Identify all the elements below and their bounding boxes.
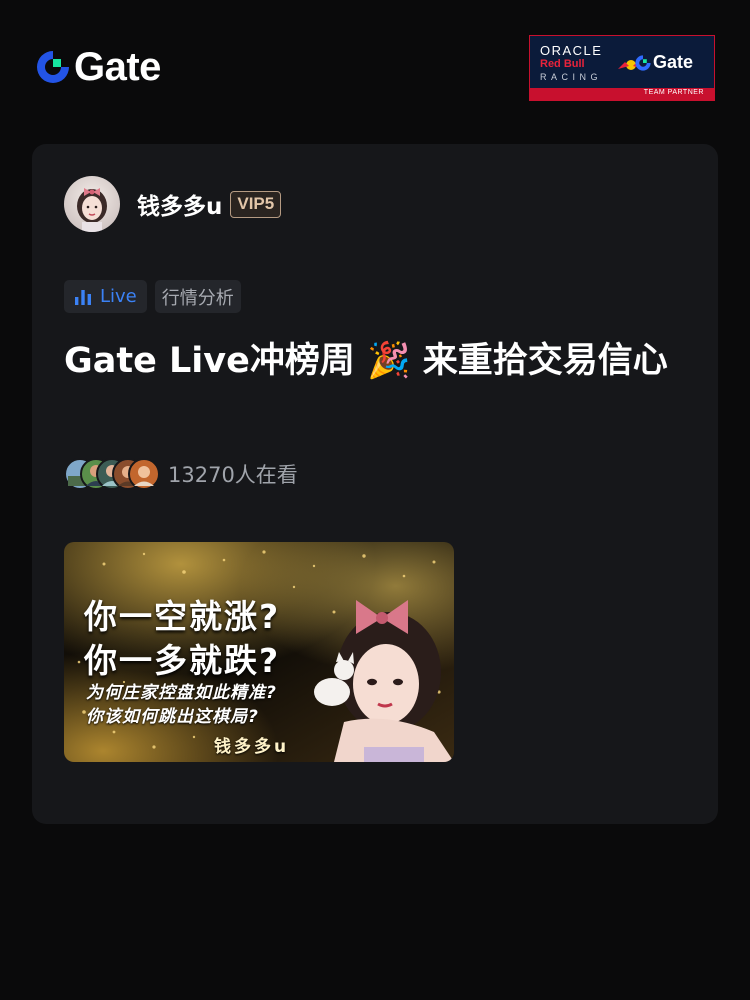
gate-logo-icon [37,51,69,83]
viewer-avatar-stack [64,458,160,490]
live-tag[interactable]: Live [64,280,147,313]
racing-text: RACING [540,72,603,82]
post-title[interactable]: Gate Live冲榜周 🎉 来重拾交易信心 [64,336,694,386]
partner-gate-text: Gate [653,52,694,72]
tag-list: Live 行情分析 [64,280,249,313]
redbull-text: Red Bull [540,58,585,70]
partner-gate-logo: Gate [634,52,693,73]
category-tag-label: 行情分析 [161,287,234,309]
bar-chart-icon [75,289,91,305]
vip-badge: VIP5 [230,190,282,218]
redbull-partner-banner: ORACLE Red Bull RACING Gate TEAM PARTNER [529,35,715,101]
cover-subline-2: 你该如何跳出这棋局? [86,707,259,727]
cover-headline-1: 你一空就涨? [84,597,281,636]
oracle-text: ORACLE [540,43,603,58]
header: Gate ORACLE Red Bull RACING Gate TEAM PA… [0,0,750,130]
brand-name: Gate [74,45,161,89]
cover-subline-1: 为何庄家控盘如此精准? [86,683,277,703]
live-tag-label: Live [100,286,137,307]
author-avatar[interactable] [64,176,120,232]
category-tag[interactable]: 行情分析 [154,280,241,313]
team-partner-strip: TEAM PARTNER [530,88,714,100]
viewer-avatar [128,458,160,490]
viewer-row: 13270人在看 [64,458,298,490]
live-post-card[interactable]: 钱多多u VIP5 Live 行情分析 Gate Live冲榜周 🎉 来重拾交易… [32,144,718,824]
author-row[interactable]: 钱多多u VIP5 [64,176,282,232]
cover-signature: 钱多多u [214,737,290,757]
gate-logo[interactable]: Gate [34,45,161,89]
cover-headline-2: 你一多就跌? [84,641,281,680]
team-partner-label: TEAM PARTNER [643,89,704,96]
viewer-count: 13270人在看 [168,463,298,487]
live-cover-image[interactable]: 你一空就涨? 你一多就跌? 为何庄家控盘如此精准? 你该如何跳出这棋局? 钱多多… [64,542,454,762]
gate-logo-small-icon [635,54,651,71]
author-name[interactable]: 钱多多u [137,187,222,221]
